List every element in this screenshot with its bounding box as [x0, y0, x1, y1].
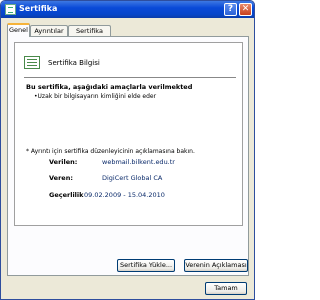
issued-by-value: DigiCert Global CA [102, 174, 163, 182]
issuer-statement-button[interactable]: Verenin Açıklaması [184, 259, 248, 272]
certificate-icon [24, 56, 40, 69]
tab-certification-path[interactable]: Sertifika Yolu [68, 25, 111, 45]
help-icon: ? [227, 4, 234, 14]
validity-label: Geçerlilik [49, 191, 84, 199]
info-title: Sertifika Bilgisi [48, 59, 100, 67]
tab-panel-general: Sertifika Bilgisi Bu sertifika, aşağıdak… [7, 36, 249, 276]
help-button[interactable]: ? [224, 3, 237, 16]
issued-by-label: Veren: [49, 174, 73, 182]
ok-button[interactable]: Tamam [205, 282, 247, 295]
tab-details[interactable]: Ayrıntılar [30, 25, 68, 36]
validity-value: 09.02.2009 - 15.04.2010 [84, 191, 165, 199]
certificate-info-box: Sertifika Bilgisi Bu sertifika, aşağıdak… [14, 42, 243, 226]
purpose-item: •Uzak bir bilgisayarın kimliğini elde ed… [34, 93, 157, 100]
issuer-note: * Ayrıntı için sertifika düzenleyicinin … [26, 148, 195, 155]
issued-to-label: Verilen: [49, 158, 78, 166]
divider [24, 77, 236, 78]
window-title: Sertifika [19, 4, 58, 13]
issued-to-value: webmail.bilkent.edu.tr [102, 158, 175, 166]
tab-general[interactable]: Genel [7, 23, 30, 37]
close-button[interactable]: ✕ [239, 3, 252, 16]
title-bar[interactable]: Sertifika ? ✕ [1, 1, 254, 18]
install-certificate-button[interactable]: Sertifika Yükle... [117, 259, 175, 272]
purpose-heading: Bu sertifika, aşağıdaki amaçlarla verilm… [26, 83, 193, 91]
certificate-dialog: Sertifika ? ✕ Genel Ayrıntılar Sertifika… [0, 0, 255, 300]
certificate-icon [5, 4, 16, 15]
close-icon: ✕ [241, 4, 250, 14]
